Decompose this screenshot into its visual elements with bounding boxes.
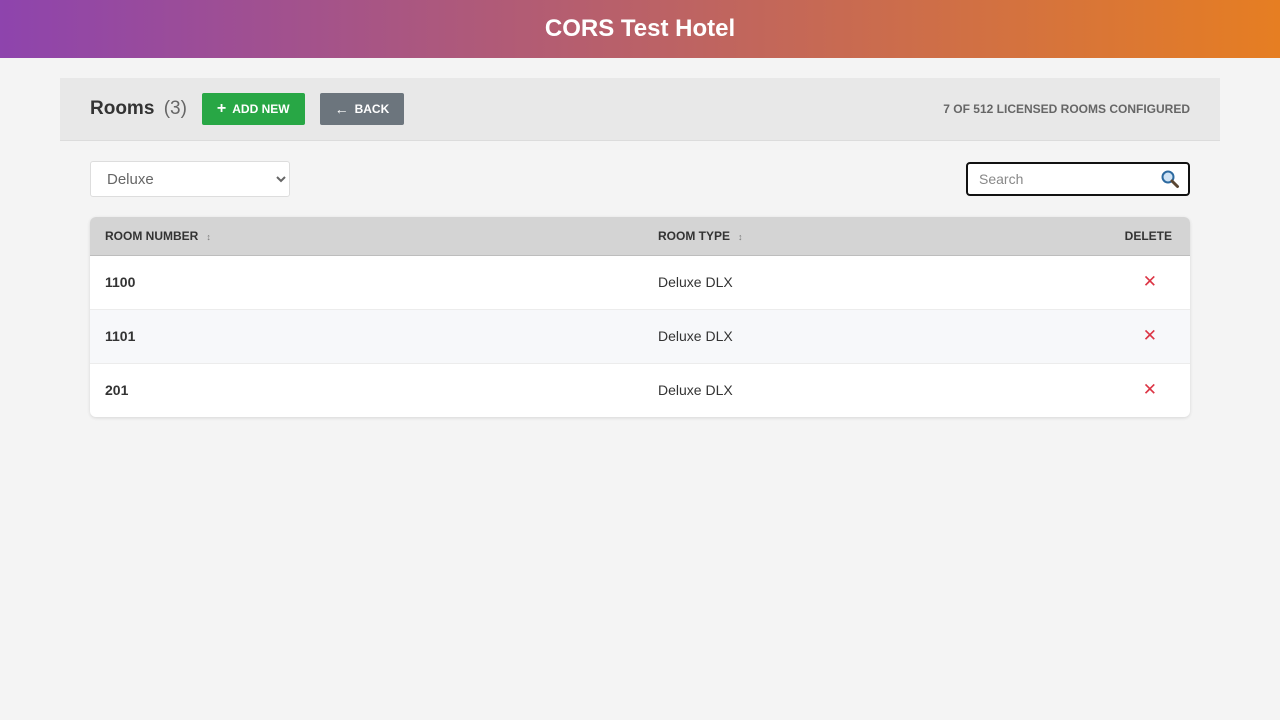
room-type-select[interactable]: Deluxe	[90, 161, 290, 197]
table-header-row: ROOM NUMBER ↕ ROOM TYPE ↕ DELETE	[90, 217, 1190, 255]
table-row: 1100 Deluxe DLX ✕	[90, 255, 1190, 309]
add-new-button[interactable]: + ADD NEW	[201, 93, 305, 125]
search-input[interactable]	[968, 164, 1148, 194]
room-type-cell: Deluxe DLX	[658, 328, 733, 344]
column-header-room-type[interactable]: ROOM TYPE ↕	[643, 217, 964, 255]
add-new-label: ADD NEW	[232, 102, 290, 116]
plus-icon: +	[216, 100, 227, 117]
room-number-cell: 201	[105, 382, 129, 399]
table-row: 201 Deluxe DLX ✕	[90, 363, 1190, 417]
rooms-count: (3)	[163, 98, 187, 119]
delete-cell: ✕	[964, 255, 1190, 309]
rooms-table: ROOM NUMBER ↕ ROOM TYPE ↕ DELETE 1100 Delu…	[90, 217, 1190, 417]
room-number-cell: 1100	[105, 274, 136, 290]
filter-controls: Deluxe	[90, 161, 1190, 197]
sort-icon[interactable]: ↕	[738, 232, 743, 242]
rooms-toolbar: Rooms (3) + ADD NEW ← BACK 7 OF 512 LICE…	[60, 78, 1220, 141]
delete-cell: ✕	[964, 309, 1190, 363]
page-title-text: Rooms	[90, 98, 155, 119]
arrow-left-icon: ←	[334, 101, 349, 117]
room-type-cell: Deluxe DLX	[658, 382, 733, 399]
table-row: 1101 Deluxe DLX ✕	[90, 309, 1190, 363]
column-header-label: ROOM TYPE	[658, 228, 731, 243]
app-header: CORS Test Hotel	[0, 0, 1280, 58]
column-header-label: DELETE	[1124, 228, 1172, 243]
close-icon[interactable]: ✕	[1143, 326, 1157, 345]
rooms-table-container: ROOM NUMBER ↕ ROOM TYPE ↕ DELETE 1100 Delu…	[90, 217, 1190, 417]
room-type-cell: Deluxe DLX	[658, 274, 733, 290]
column-header-room-number[interactable]: ROOM NUMBER ↕	[90, 217, 643, 255]
back-label: BACK	[354, 102, 390, 116]
close-icon[interactable]: ✕	[1143, 272, 1157, 291]
column-header-delete: DELETE	[964, 217, 1190, 255]
column-header-label: ROOM NUMBER	[105, 228, 199, 243]
room-number-cell: 1101	[105, 328, 136, 344]
hotel-title: CORS Test Hotel	[544, 15, 736, 42]
license-status: 7 OF 512 LICENSED ROOMS CONFIGURED	[943, 102, 1190, 116]
close-icon[interactable]: ✕	[1143, 380, 1157, 399]
search-box	[966, 162, 1190, 196]
back-button[interactable]: ← BACK	[319, 93, 405, 125]
delete-cell: ✕	[964, 363, 1190, 417]
page-title: Rooms (3)	[90, 98, 187, 120]
search-icon[interactable]	[1160, 169, 1180, 189]
sort-icon[interactable]: ↕	[206, 232, 211, 242]
